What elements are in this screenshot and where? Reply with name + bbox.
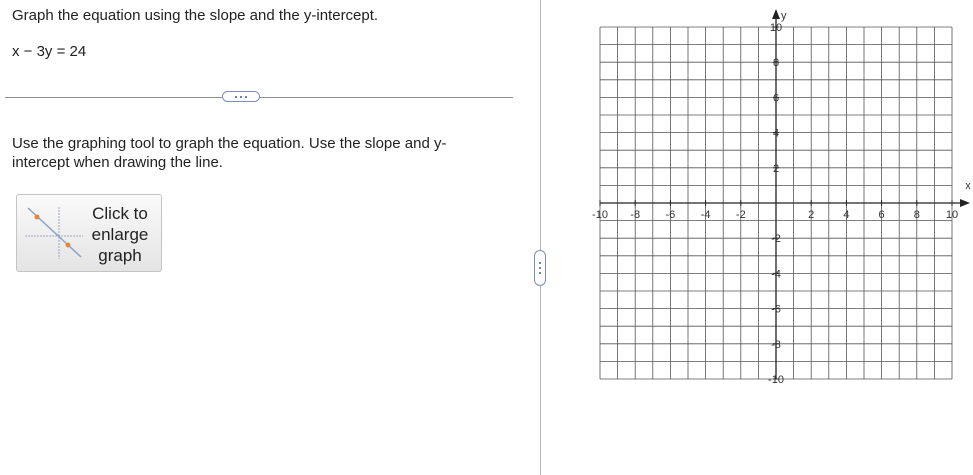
y-tick-label: -10 bbox=[768, 374, 784, 386]
graph-thumbnail-icon bbox=[25, 207, 83, 259]
coordinate-graph[interactable]: x y -10 -8 -6 -4 -2 2 4 6 8 10 10 8 6 4 2 -2 -4 -6 -8 -10 bbox=[588, 6, 973, 398]
y-tick-label: -8 bbox=[771, 339, 781, 351]
x-tick-label: -4 bbox=[701, 209, 711, 221]
enlarge-graph-label: Click to enlarge graph bbox=[87, 203, 153, 266]
x-axis-arrow-icon bbox=[960, 199, 970, 207]
ellipsis-dot bbox=[539, 267, 541, 269]
y-tick-label: -4 bbox=[771, 268, 781, 280]
question-prompt: Graph the equation using the slope and t… bbox=[12, 7, 379, 24]
x-tick-label: 4 bbox=[843, 209, 849, 221]
x-tick-label: 10 bbox=[946, 209, 958, 221]
enlarge-label-line: enlarge bbox=[91, 225, 149, 244]
y-tick-label: -6 bbox=[771, 304, 781, 316]
x-tick-label: -6 bbox=[666, 209, 676, 221]
y-tick-label: -2 bbox=[771, 233, 781, 245]
panel-divider bbox=[540, 0, 541, 475]
ellipsis-dot bbox=[240, 95, 242, 98]
x-tick-label: 2 bbox=[808, 209, 814, 221]
ellipsis-dot bbox=[539, 272, 541, 274]
enlarge-label-line: graph bbox=[98, 246, 142, 265]
y-tick-label: 4 bbox=[773, 128, 779, 140]
x-axis-label: x bbox=[965, 180, 971, 192]
enlarge-graph-button[interactable]: Click to enlarge graph bbox=[16, 194, 162, 272]
show-more-button[interactable] bbox=[222, 91, 260, 102]
panel-resize-handle[interactable] bbox=[534, 250, 546, 286]
x-tick-label: -8 bbox=[630, 209, 640, 221]
y-axis-arrow-icon bbox=[772, 9, 780, 19]
x-tick-label: -2 bbox=[736, 209, 746, 221]
x-tick-label: 8 bbox=[914, 209, 920, 221]
ellipsis-dot bbox=[235, 95, 237, 98]
enlarge-label-line: Click to bbox=[92, 204, 148, 223]
ellipsis-dot bbox=[539, 262, 541, 264]
y-axis-label: y bbox=[781, 10, 787, 22]
x-tick-label: 6 bbox=[879, 209, 885, 221]
y-tick-label: 10 bbox=[770, 22, 782, 34]
equation: x − 3y = 24 bbox=[12, 43, 87, 60]
instructions-text: Use the graphing tool to graph the equat… bbox=[12, 135, 447, 171]
y-tick-label: 8 bbox=[773, 57, 779, 69]
x-tick-label: -10 bbox=[592, 209, 608, 221]
ellipsis-dot bbox=[245, 95, 247, 98]
y-tick-label: 6 bbox=[773, 92, 779, 104]
y-tick-label: 2 bbox=[773, 163, 779, 175]
